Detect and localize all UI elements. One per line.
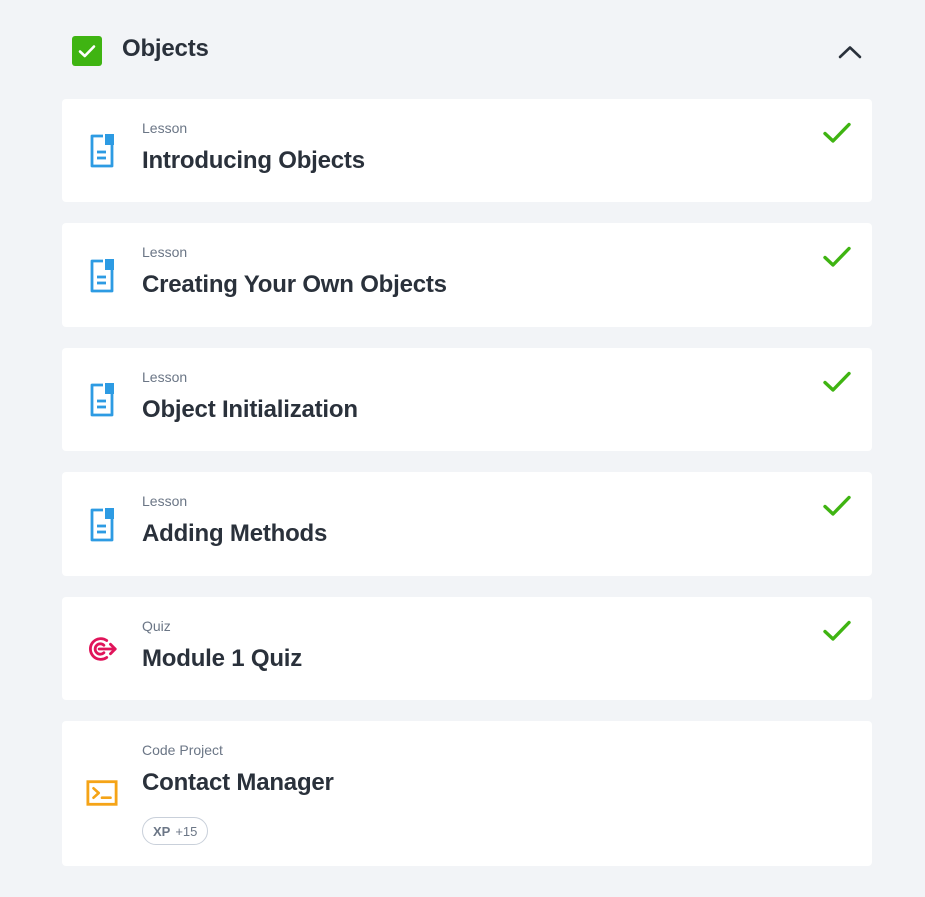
xp-badge: XP +15	[142, 817, 209, 845]
item-title: Introducing Objects	[142, 147, 365, 174]
quiz-target-icon	[86, 631, 118, 667]
terminal-icon	[86, 775, 118, 811]
completed-check-icon	[823, 122, 851, 143]
list-item-quiz[interactable]: Quiz Module 1 Quiz	[62, 597, 872, 700]
item-type-label: Lesson	[142, 244, 188, 260]
item-title: Contact Manager	[142, 769, 334, 796]
list-item-lesson[interactable]: Lesson Creating Your Own Objects	[62, 223, 872, 327]
item-title: Object Initialization	[142, 396, 358, 423]
completed-check-icon	[823, 246, 851, 267]
check-icon	[78, 45, 96, 58]
item-type-label: Code Project	[142, 742, 223, 758]
module-header[interactable]: Objects	[62, 24, 872, 76]
list-item-lesson[interactable]: Lesson Object Initialization	[62, 348, 872, 451]
item-title: Creating Your Own Objects	[142, 271, 447, 298]
item-type-label: Lesson	[142, 493, 188, 509]
lesson-document-icon	[86, 507, 118, 543]
list-item-code-project[interactable]: Code Project Contact Manager XP +15	[62, 721, 872, 866]
item-type-label: Lesson	[142, 369, 188, 385]
module-title: Objects	[122, 35, 209, 62]
xp-value: +15	[175, 823, 198, 839]
item-type-label: Quiz	[142, 618, 171, 634]
lesson-document-icon	[86, 258, 118, 294]
item-title: Module 1 Quiz	[142, 645, 303, 672]
completed-check-icon	[823, 371, 851, 392]
completed-check-icon	[823, 620, 851, 641]
xp-label: XP	[153, 823, 171, 839]
item-type-label: Lesson	[142, 120, 188, 136]
chevron-up-icon	[838, 46, 862, 59]
collapse-button[interactable]	[836, 38, 864, 66]
lesson-document-icon	[86, 382, 118, 418]
completed-check-icon	[823, 495, 851, 516]
lesson-document-icon	[86, 133, 118, 169]
list-item-lesson[interactable]: Lesson Adding Methods	[62, 472, 872, 576]
list-item-lesson[interactable]: Lesson Introducing Objects	[62, 99, 872, 202]
item-title: Adding Methods	[142, 520, 328, 547]
module-completed-checkbox	[72, 36, 102, 66]
